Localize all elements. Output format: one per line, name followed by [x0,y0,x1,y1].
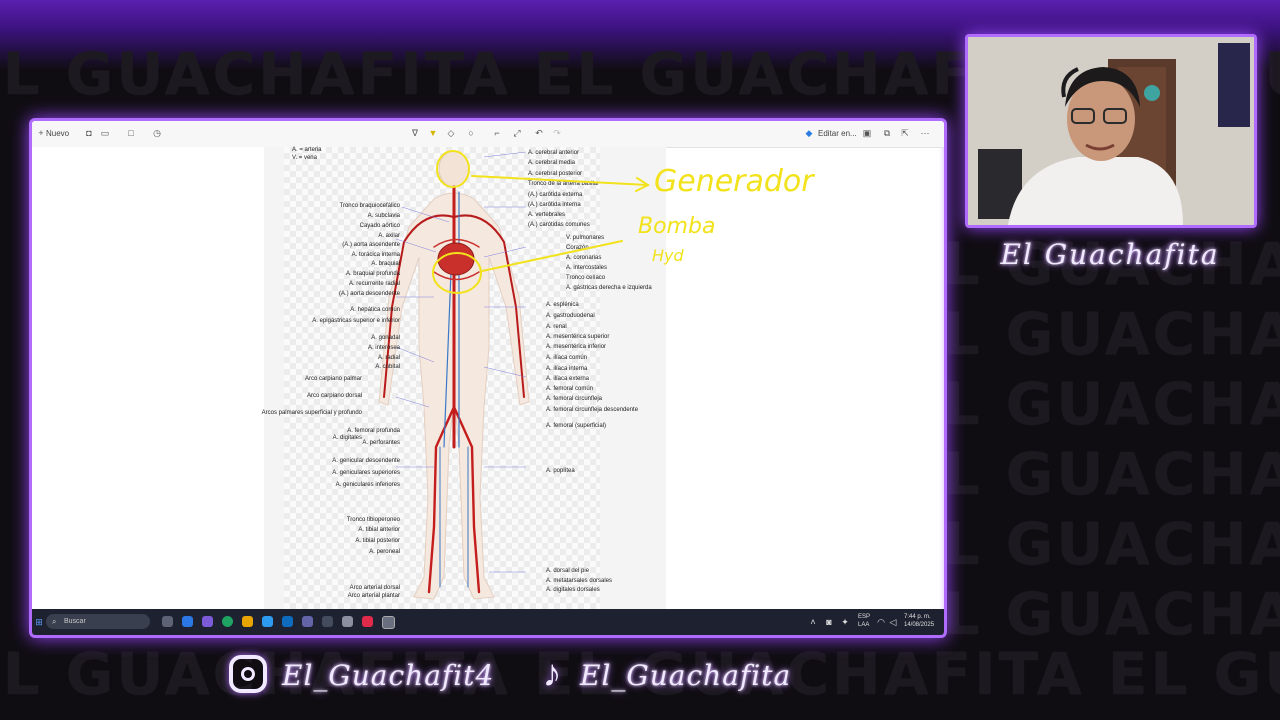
app-icon[interactable] [342,616,353,627]
taskbar-search[interactable]: ⌕ Buscar [46,614,150,629]
chevron-up-icon[interactable]: ˄ [808,617,818,627]
annotation-circle-head [436,150,470,188]
wifi-icon[interactable]: ◠ [876,617,886,627]
tray-icon[interactable]: ◙ [824,617,834,627]
search-placeholder: Buscar [64,618,86,625]
instagram-icon [229,655,267,693]
watermark-row: EL GUACHAFITA EL GUACHAFITA EL GUACHAFIT… [900,370,1280,438]
language-sub: LAA [858,622,870,628]
windows-start-icon[interactable]: ⊞ [34,617,44,627]
watermark-row: EL GUACHAFITA EL GUACHAFITA EL GUACHAFIT… [900,510,1280,578]
settings-icon[interactable] [322,616,333,627]
outlook-icon[interactable] [282,616,293,627]
webcam-feed [965,34,1257,228]
webcam-image [968,37,1254,225]
teams-icon[interactable] [302,616,313,627]
annotation-hyd: Hyd [652,246,685,265]
instagram-handle: El_Guachafit4 [282,659,495,692]
annotation-layer: Generador Bomba Hyd [432,150,815,294]
volume-icon[interactable]: ◁ [888,617,898,627]
clock-time[interactable]: 7:44 p. m. [904,614,931,620]
screen-capture: + Nuevo ◘ ▭ □ ◷ ∇ ▼ ◇ ○ ⌐ ⤢ ↶ ↷ ◆ Editar… [29,118,947,638]
annotation-arrow-line [471,175,648,186]
tray-icon[interactable]: ✦ [840,617,850,627]
tiktok-handle: El_Guachafita [580,659,792,692]
annotation-pump: Bomba [638,214,715,239]
watermark-row: EL GUACHAFITA EL GUACHAFITA EL GUACHAFIT… [900,580,1280,648]
snipping-tool-icon[interactable] [382,616,395,629]
language-indicator[interactable]: ESP [858,614,870,620]
tiktok-icon: ♪ [542,653,562,695]
watermark-row: EL GUACHAFITA EL GUACHAFITA EL GUACHAFIT… [900,300,1280,368]
store-icon[interactable] [262,616,273,627]
channel-name: El Guachafita [1000,238,1220,271]
task-view-icon[interactable] [162,616,173,627]
watermark-row: EL GUACHAFITA EL GUACHAFITA EL GUACHAFIT… [900,440,1280,508]
clock-date: 14/08/2025 [904,622,935,628]
chrome-icon[interactable] [222,616,233,627]
search-icon: ⌕ [52,617,57,626]
annotation-circle-heart [432,252,482,294]
file-explorer-icon[interactable] [242,616,253,627]
annotation-generator: Generador [654,164,815,199]
annotation-line-heart [481,240,623,272]
edge-icon[interactable] [182,616,193,627]
app-icon[interactable] [362,616,373,627]
windows-taskbar: ⊞ ⌕ Buscar ˄ ◙ ✦ ESP LAA ◠ ◁ 7:44 p. m. … [32,609,944,635]
copilot-icon[interactable] [202,616,213,627]
